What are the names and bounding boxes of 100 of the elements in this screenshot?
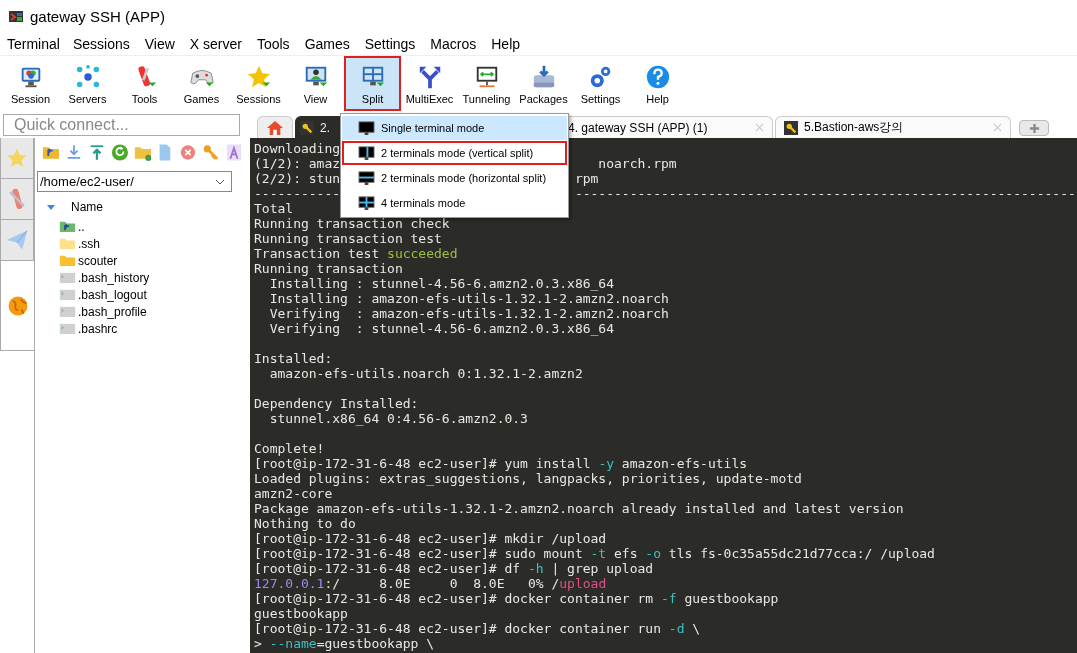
close-icon[interactable] [755,123,764,132]
terminal[interactable] [250,138,1077,653]
toolbar-button[interactable]: Split [344,56,401,111]
terminal-file-icon [59,270,76,285]
terminal-text: -o [645,546,661,561]
toolbar-button[interactable]: Games [173,56,230,111]
terminal-text: [root@ip-172-31-6-48 ec2-user]# df [254,561,522,576]
terminal-file-icon [59,321,76,336]
menu-option[interactable]: Single terminal mode [342,116,567,140]
session-tab[interactable]: 5.Bastion-aws강의 [775,116,1011,138]
delete-icon[interactable] [179,143,198,162]
toolbar-button[interactable]: Tunneling [458,56,515,111]
terminal-text: -y [598,456,615,471]
new-tab-button[interactable] [1019,120,1049,136]
terminal-file-icon [59,304,76,319]
menu-item[interactable]: Settings [364,36,423,52]
terminal-text: Nothing to do [254,516,356,531]
file-name[interactable]: .bash_history [78,270,150,285]
paper-plane-icon [5,228,29,252]
menu-item[interactable]: Macros [430,36,484,52]
terminal-text: :/ 8.0E 0 8.0E 0% / [324,576,560,591]
terminal-text: amazon-efs-utils.noarch 0:1.32.1-2.amzn2 [268,366,583,381]
sidebar-tab[interactable] [0,179,34,220]
plus-icon [1028,122,1040,134]
file-name[interactable]: scouter [78,253,118,268]
text-file-icon[interactable] [225,143,243,162]
terminal-text: stunnel.x86_64 0:4.56-6.amzn2.0.3 [268,411,528,426]
terminal-text: [root@ip-172-31-6-48 ec2-user]# mkdir /upload [254,531,607,546]
toolbar-button[interactable]: Servers [59,56,116,111]
star-icon [245,64,272,90]
toolbar-button[interactable]: Sessions [230,56,287,111]
menu-item[interactable]: Games [304,36,357,52]
toolbar-button[interactable]: Session [2,56,59,111]
terminal-text: [root@ip-172-31-6-48 ec2-user]# sudo mount [254,546,584,561]
terminal-text: [root@ip-172-31-6-48 ec2-user]# docker container rm [254,591,655,606]
quick-connect-field[interactable]: Quick connect... [3,114,240,136]
column-header[interactable]: Name [71,200,103,214]
terminal-text: Verifying : amazon-efs-utils-1.32.1-2.amzn2.noarch [268,306,669,321]
terminal-text: Dependency Installed: [254,396,419,411]
toolbar-button[interactable]: Help [629,56,686,111]
file-name[interactable]: .ssh [78,236,100,251]
close-icon[interactable] [993,123,1002,132]
toolbar-button[interactable]: MultiExec [401,56,458,111]
terminal-text: Running transaction test [254,231,442,246]
terminal-text: ----------- [254,186,341,201]
menu-item[interactable]: Tools [256,36,297,52]
terminal-text: Complete! [254,441,325,456]
toolbar-button[interactable]: Tools [116,56,173,111]
terminal-text: Loaded plugins: extras_suggestions, langpacks, priorities, update-motd [254,471,802,486]
home-tab[interactable] [257,116,293,138]
chevron-icon [215,178,225,185]
terminal-text: Installed: [254,351,333,366]
refresh-icon[interactable] [110,143,129,162]
toolbar-button[interactable]: Settings [572,56,629,111]
file-name[interactable]: .. [78,219,85,234]
menu-item[interactable]: Help [491,36,528,52]
menu-option[interactable]: 4 terminals mode [342,191,567,215]
terminal-text: Downloading [254,141,341,156]
toolbar-button[interactable]: View [287,56,344,111]
menu-option[interactable]: 2 terminals mode (horizontal split) [342,166,567,190]
file-name[interactable]: .bash_profile [78,304,147,319]
terminal-text: (2/2): stun [254,171,341,186]
terminal-text: rpm [574,171,599,186]
terminal-text: (1/2): amaz [254,156,341,171]
terminal-text: > [254,636,263,651]
menu-item[interactable]: View [144,36,182,52]
folder-icon [59,236,76,251]
terminal-text: -d [668,621,685,636]
terminal-text: --name [269,636,317,651]
single-terminal-icon [358,121,375,135]
sidebar-tab[interactable] [0,220,34,261]
toolbar-button[interactable]: Packages [515,56,572,111]
window-title: gateway SSH (APP) [30,8,166,25]
help-icon [644,64,671,90]
menu-item[interactable]: Sessions [72,36,137,52]
terminal-text: Package amazon-efs-utils-1.32.1-2.amzn2.noarch already installed and latest version [254,501,904,516]
menu-option[interactable]: 2 terminals mode (vertical split) [342,141,567,165]
terminal-text: -t [590,546,607,561]
path-dropdown[interactable]: /home/ec2-user/ [37,171,232,192]
four-terminals-icon [358,196,375,210]
key-icon[interactable] [202,143,221,162]
terminal-text: ---------------------------------------------------------------- [574,186,1076,201]
menu-item[interactable]: Terminal [7,36,67,52]
terminal-text: Transaction test [254,246,381,261]
terminal-text: Total [254,201,294,216]
terminal-text: guestbookapp [254,606,348,621]
file-name[interactable]: .bashrc [78,321,118,336]
terminal-text: amazon-efs-utils [620,456,748,471]
terminal-text: -f [661,591,677,606]
terminal-text: -h [527,561,544,576]
key-icon [784,120,798,135]
sidebar-tab[interactable] [0,261,34,351]
horizontal-split-icon [358,171,375,185]
terminal-text: succeeded [387,246,458,261]
menu-item[interactable]: X server [189,36,249,52]
terminal-text: tls fs-0c35a55dc21d77cca:/ /upload [667,546,935,561]
key-icon [300,120,314,135]
parent-folder-icon [59,219,76,234]
file-name[interactable]: .bash_logout [78,287,147,302]
sidebar-tab[interactable] [0,138,34,179]
